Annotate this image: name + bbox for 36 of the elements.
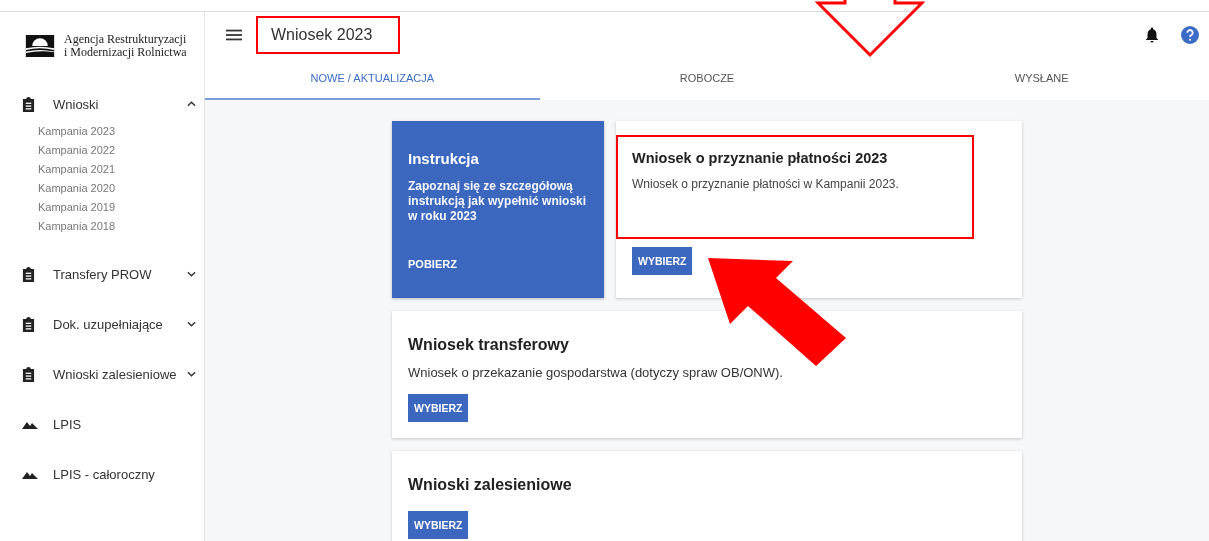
help-icon[interactable] bbox=[1181, 26, 1199, 44]
clipboard-icon bbox=[22, 96, 35, 112]
sidebar-item[interactable]: Dok. uzupełniające bbox=[0, 312, 204, 336]
card-text: Zapoznaj się ze szczegółową instrukcją jak wypełnić wnioski w roku 2023 bbox=[408, 179, 588, 224]
tab[interactable]: ROBOCZE bbox=[539, 58, 875, 100]
sidebar-item[interactable]: Wnioski zalesieniowe bbox=[0, 362, 204, 386]
card-title: Wniosek o przyznanie płatności 2023 bbox=[632, 150, 889, 166]
sidebar-item[interactable]: LPIS bbox=[0, 412, 204, 436]
select-button[interactable]: WYBIERZ bbox=[632, 247, 693, 275]
card-title: Wniosek transferowy bbox=[408, 336, 570, 354]
clipboard-icon bbox=[22, 316, 35, 332]
bell-icon[interactable] bbox=[1145, 27, 1159, 43]
clipboard-icon bbox=[22, 266, 35, 282]
clipboard-icon bbox=[22, 366, 35, 382]
agency-name: i Modernizacji Rolnictwa bbox=[64, 46, 187, 59]
sidebar-subitem[interactable]: Kampania 2018 bbox=[38, 217, 204, 236]
card-title: Wnioski zalesieniowe bbox=[408, 476, 573, 494]
menu-icon[interactable] bbox=[226, 29, 242, 41]
sidebar-subitem[interactable]: Kampania 2021 bbox=[38, 160, 204, 179]
tab[interactable]: NOWE / AKTUALIZACJA bbox=[205, 58, 540, 100]
tab[interactable]: WYSŁANE bbox=[874, 58, 1209, 100]
page-title: Wniosek 2023 bbox=[256, 16, 401, 54]
card-text: Wniosek o przyznanie płatności w Kampanii 2023. bbox=[632, 177, 900, 191]
card-title: Instrukcja bbox=[408, 150, 480, 167]
sidebar-subitem[interactable]: Kampania 2020 bbox=[38, 179, 204, 198]
card-text: Wniosek o przekazanie gospodarstwa (dotyczy spraw OB/ONW). bbox=[408, 365, 784, 380]
sidebar-item[interactable]: Transfery PROW bbox=[0, 262, 204, 286]
sidebar-subitem[interactable]: Kampania 2019 bbox=[38, 198, 204, 217]
sidebar-item[interactable]: Wnioski bbox=[0, 92, 204, 116]
download-button[interactable]: POBIERZ bbox=[408, 258, 457, 270]
sidebar-subitem[interactable]: Kampania 2023 bbox=[38, 122, 204, 141]
agency-name: Agencja Restrukturyzacji bbox=[64, 33, 187, 46]
sidebar-subitem[interactable]: Kampania 2022 bbox=[38, 141, 204, 160]
sidebar-item[interactable]: LPIS - całoroczny bbox=[0, 462, 204, 486]
select-button[interactable]: WYBIERZ bbox=[408, 394, 469, 422]
select-button[interactable]: WYBIERZ bbox=[408, 511, 469, 539]
